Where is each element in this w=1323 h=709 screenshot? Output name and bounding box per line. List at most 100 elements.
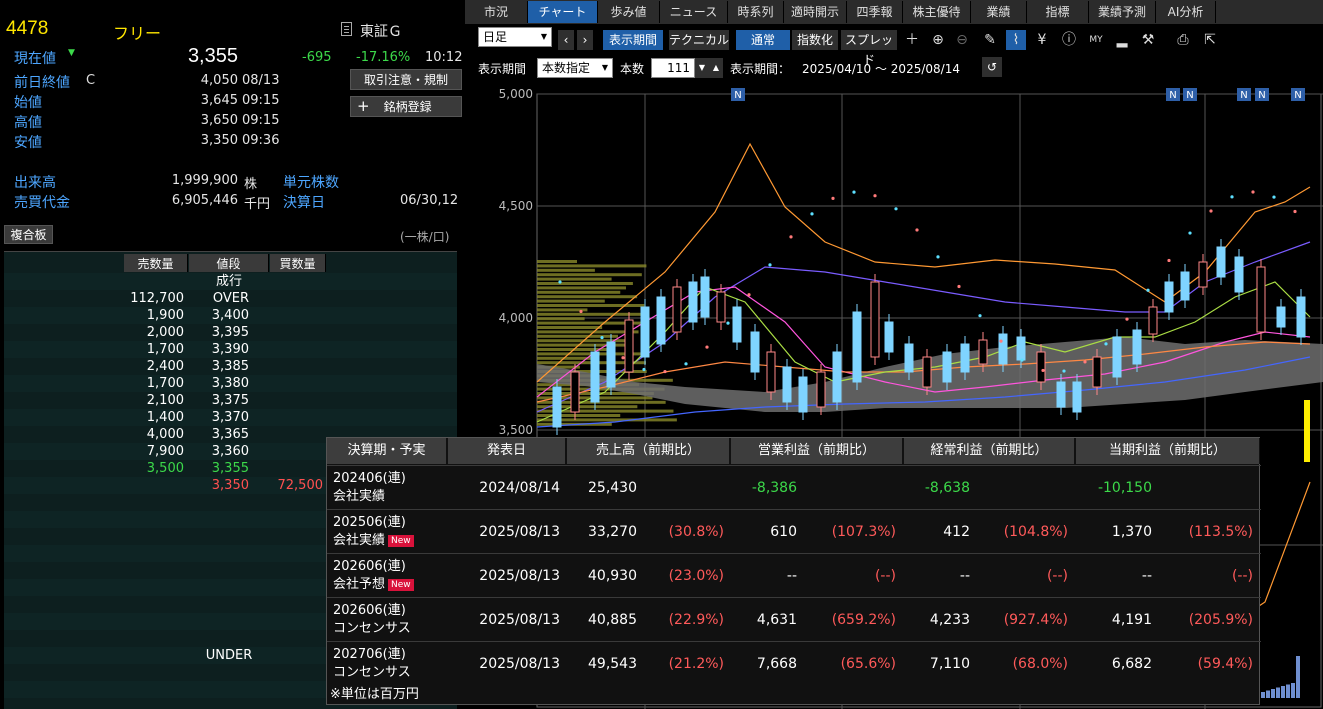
low-price: 3,350 <box>200 133 238 148</box>
composite-board-tab[interactable]: 複合板 <box>4 225 53 244</box>
tab-0[interactable]: 市況 <box>465 1 528 23</box>
new-badge: New <box>388 578 414 591</box>
count-mode-select[interactable]: 本数指定 ▼ <box>537 58 613 78</box>
volume-profile-icon[interactable]: ▂ <box>1112 30 1132 50</box>
candle-body <box>672 286 682 333</box>
sar-dot <box>957 284 961 289</box>
dropdown-icon: ▼ <box>540 32 547 41</box>
display-period-button[interactable]: 表示期間 <box>603 30 663 50</box>
y-tick-label: 4,500 <box>499 199 533 213</box>
fin-ordinary: -8,638 <box>924 480 970 496</box>
print-icon[interactable]: ⎙ <box>1173 30 1193 50</box>
fin-operating-pct <box>807 466 896 510</box>
board-price: 3,390 <box>211 342 249 357</box>
count-stepper-up[interactable]: ▲ <box>709 58 723 78</box>
fin-net: -10,150 <box>1097 480 1152 496</box>
board-row[interactable]: 1,900 3,400 <box>4 307 457 324</box>
board-row[interactable]: 成行 <box>4 273 457 290</box>
register-stock-button[interactable]: + 銘柄登録 <box>350 96 462 117</box>
volume-bar <box>1271 689 1275 698</box>
sar-dot <box>1062 369 1066 373</box>
zoom-out-icon[interactable]: ⊖ <box>952 30 972 50</box>
count-label: 本数 <box>620 62 645 76</box>
index-button[interactable]: 指数化 <box>792 30 838 50</box>
board-buy-qty <box>259 341 323 358</box>
yen-icon[interactable]: ¥ <box>1032 30 1052 50</box>
candle-body <box>798 376 808 413</box>
board-row[interactable]: 2,000 3,395 <box>4 324 457 341</box>
zoom-in-icon[interactable]: ⊕ <box>928 30 948 50</box>
fin-header-sales: 売上高（前期比） <box>567 438 730 464</box>
candle-body <box>1216 246 1226 278</box>
board-price: 3,355 <box>211 461 249 476</box>
tab-7[interactable]: 株主優待 <box>903 1 971 23</box>
period-select[interactable]: 日足 ▼ <box>478 27 552 47</box>
next-button[interactable]: › <box>577 30 593 50</box>
sar-dot <box>1209 209 1213 213</box>
technical-button[interactable]: テクニカル <box>669 30 729 50</box>
candle-body <box>1198 261 1208 288</box>
fin-sales: 40,885 <box>588 612 637 628</box>
sar-dot <box>1146 288 1150 292</box>
volume-profile-bar <box>537 317 585 321</box>
prev-button[interactable]: ‹ <box>558 30 574 50</box>
candle-body <box>1256 266 1266 333</box>
price-time: 10:12 <box>425 50 463 65</box>
candle-body <box>782 366 792 403</box>
sar-dot <box>852 190 856 194</box>
candle-body <box>716 291 726 323</box>
export-icon[interactable]: ⇱ <box>1200 30 1220 50</box>
document-icon[interactable] <box>341 22 352 36</box>
tab-6[interactable]: 四季報 <box>847 1 903 23</box>
tab-11[interactable]: AI分析 <box>1156 1 1216 23</box>
open-price: 3,645 <box>200 93 238 108</box>
pencil-icon[interactable]: ✎ <box>980 30 1000 50</box>
board-row[interactable]: 112,700 OVER <box>4 290 457 307</box>
tab-1[interactable]: チャート <box>528 1 598 23</box>
info-icon[interactable]: ⓘ <box>1059 30 1079 50</box>
board-row[interactable]: 2,400 3,385 <box>4 358 457 375</box>
crosshair-icon[interactable]: ＋ <box>902 30 922 50</box>
board-row[interactable]: 2,100 3,375 <box>4 392 457 409</box>
board-sell-qty: 2,100 <box>146 393 184 408</box>
my-indicator-icon[interactable]: MY <box>1086 30 1106 50</box>
fin-sales: 33,270 <box>588 524 637 540</box>
reset-icon[interactable]: ↺ <box>982 57 1002 77</box>
count-input[interactable]: 111 <box>651 58 695 78</box>
count-stepper-down[interactable]: ▼ <box>695 58 709 78</box>
fin-sales-pct: (22.9%) <box>668 612 724 628</box>
sar-dot <box>873 194 877 198</box>
board-row[interactable]: 1,700 3,380 <box>4 375 457 392</box>
fin-net: 1,370 <box>1111 524 1152 540</box>
board-buy-qty <box>259 324 323 341</box>
fin-date: 2025/08/13 <box>479 656 560 672</box>
spread-button[interactable]: スプレッド <box>841 30 897 67</box>
tab-8[interactable]: 業績 <box>971 1 1027 23</box>
tab-2[interactable]: 歩み値 <box>598 1 660 23</box>
news-marker-label: N <box>1186 90 1193 101</box>
volume-profile-bar <box>537 273 642 277</box>
open-label: 始値 <box>14 95 42 111</box>
tab-4[interactable]: 時系列 <box>728 1 784 23</box>
settlement-label: 決算日 <box>283 195 325 211</box>
sar-dot <box>810 212 814 216</box>
fin-period-code: 202406(連) <box>333 471 406 486</box>
news-marker-label: N <box>1169 90 1176 101</box>
candle-body <box>1148 306 1158 335</box>
tab-3[interactable]: ニュース <box>660 1 728 23</box>
tab-9[interactable]: 指標 <box>1027 1 1089 23</box>
sar-dot <box>747 293 751 297</box>
tab-5[interactable]: 適時開示 <box>784 1 847 23</box>
candle-chart-icon[interactable]: ⌇ <box>1006 30 1026 50</box>
sar-dot <box>1188 231 1192 235</box>
board-row[interactable]: 1,700 3,390 <box>4 341 457 358</box>
tab-10[interactable]: 業績予測 <box>1089 1 1156 23</box>
trade-notice-button[interactable]: 取引注意・規制 <box>350 69 462 90</box>
normal-button[interactable]: 通常 <box>736 30 790 50</box>
volume-bar <box>1266 690 1270 698</box>
candle-body <box>732 306 742 343</box>
board-row[interactable]: 1,400 3,370 <box>4 409 457 426</box>
wrench-icon[interactable]: ⚒ <box>1138 30 1158 50</box>
low-time: 09:36 <box>242 133 280 148</box>
board-sell-qty: 2,000 <box>146 325 184 340</box>
